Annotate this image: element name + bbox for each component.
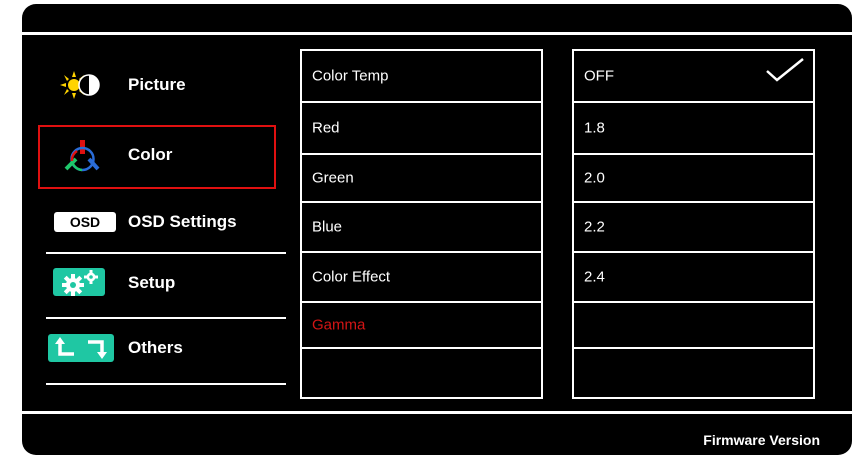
menu-item-picture[interactable]: Picture [22,55,292,115]
submenu-item-blue[interactable]: Blue [302,203,541,253]
option-2-2[interactable]: 2.2 [574,203,813,253]
osd-menu: Picture Color OSD OSD Settings Setup Oth… [22,4,852,455]
menu-label-picture: Picture [128,75,186,94]
option-2-4[interactable]: 2.4 [574,253,813,303]
menu-separator [46,383,286,385]
menu-label-setup: Setup [128,273,176,292]
submenu-item-gamma[interactable]: Gamma [302,303,541,349]
submenu-item-green[interactable]: Green [302,155,541,203]
menu-item-color[interactable]: Color [22,125,292,185]
menu-label-osd-settings: OSD Settings [128,212,237,231]
top-divider [22,32,852,35]
option-empty [574,349,813,397]
menu-label-color: Color [128,145,173,164]
osd-icon: OSD [54,212,116,232]
menu-label-others: Others [128,338,183,357]
others-icon [48,334,114,362]
submenu-item-color-effect[interactable]: Color Effect [302,253,541,303]
menu-item-osd-settings[interactable]: OSD OSD Settings [22,192,292,252]
firmware-version-label: Firmware Version [703,432,820,448]
menu-item-others[interactable]: Others [22,318,292,378]
submenu-item-red[interactable]: Red [302,103,541,155]
submenu-item-empty [302,349,541,397]
checkmark-icon [766,58,804,82]
options-list: OFF 1.8 2.0 2.2 2.4 [572,49,815,399]
bottom-divider [22,411,852,414]
picture-icon [60,71,100,99]
submenu-list: Color Temp Red Green Blue Color Effect G… [300,49,543,399]
option-1-8[interactable]: 1.8 [574,103,813,155]
setup-icon [53,268,105,296]
option-off[interactable]: OFF [574,51,813,103]
color-icon [64,140,100,172]
menu-item-setup[interactable]: Setup [22,253,292,313]
submenu-item-color-temp[interactable]: Color Temp [302,51,541,103]
option-2-0[interactable]: 2.0 [574,155,813,203]
option-empty [574,303,813,349]
